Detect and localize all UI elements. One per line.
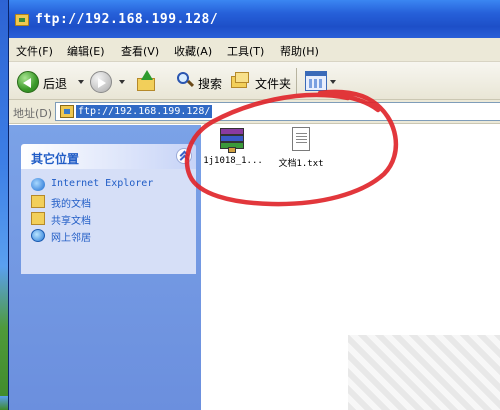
red-circle-annotation	[184, 89, 399, 207]
